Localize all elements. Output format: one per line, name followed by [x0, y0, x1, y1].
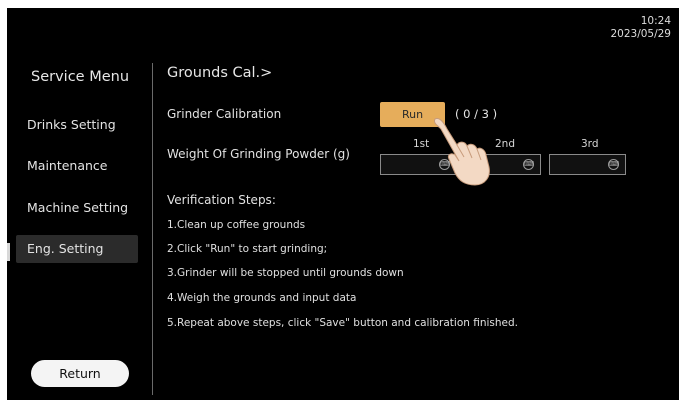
verification-step: 1.Clean up coffee grounds: [167, 219, 306, 231]
verification-title: Verification Steps:: [167, 193, 276, 207]
keyboard-icon[interactable]: ⌨: [523, 159, 534, 170]
sidebar-item-label: Eng. Setting: [27, 241, 104, 256]
sidebar-item-label: Maintenance: [27, 158, 108, 173]
hand-pointer-icon: [434, 118, 490, 186]
page-title: Grounds Cal.>: [167, 65, 273, 81]
sidebar-item-label: Drinks Setting: [27, 117, 116, 132]
return-button[interactable]: Return: [31, 360, 129, 387]
grinder-calibration-label: Grinder Calibration: [167, 107, 282, 121]
sidebar-item-maintenance[interactable]: Maintenance: [16, 152, 138, 180]
sidebar-item-eng-setting[interactable]: Eng. Setting: [16, 235, 138, 263]
weight-label: Weight Of Grinding Powder (g): [167, 147, 350, 161]
verification-step: 2.Click "Run" to start grinding;: [167, 243, 328, 255]
verification-step: 5.Repeat above steps, click "Save" butto…: [167, 317, 519, 329]
weight-input-3rd[interactable]: ⌨: [549, 154, 626, 175]
sidebar-divider: [152, 63, 153, 395]
keyboard-icon[interactable]: ⌨: [608, 159, 619, 170]
sidebar-title: Service Menu: [31, 69, 130, 85]
verification-step: 3.Grinder will be stopped until grounds …: [167, 267, 404, 279]
status-time: 10:24: [640, 15, 671, 27]
active-indicator: [7, 243, 10, 261]
verification-step: 4.Weigh the grounds and input data: [167, 292, 357, 304]
status-clock: 10:24 2023/05/29: [610, 15, 671, 41]
sidebar-item-drinks-setting[interactable]: Drinks Setting: [16, 111, 138, 139]
status-date: 2023/05/29: [610, 28, 671, 40]
sidebar-item-machine-setting[interactable]: Machine Setting: [16, 194, 138, 222]
column-3rd: 3rd: [581, 138, 599, 150]
column-1st: 1st: [413, 138, 430, 150]
screen: 10:24 2023/05/29 Service Menu Drinks Set…: [7, 8, 679, 400]
sidebar-item-label: Machine Setting: [27, 200, 129, 215]
